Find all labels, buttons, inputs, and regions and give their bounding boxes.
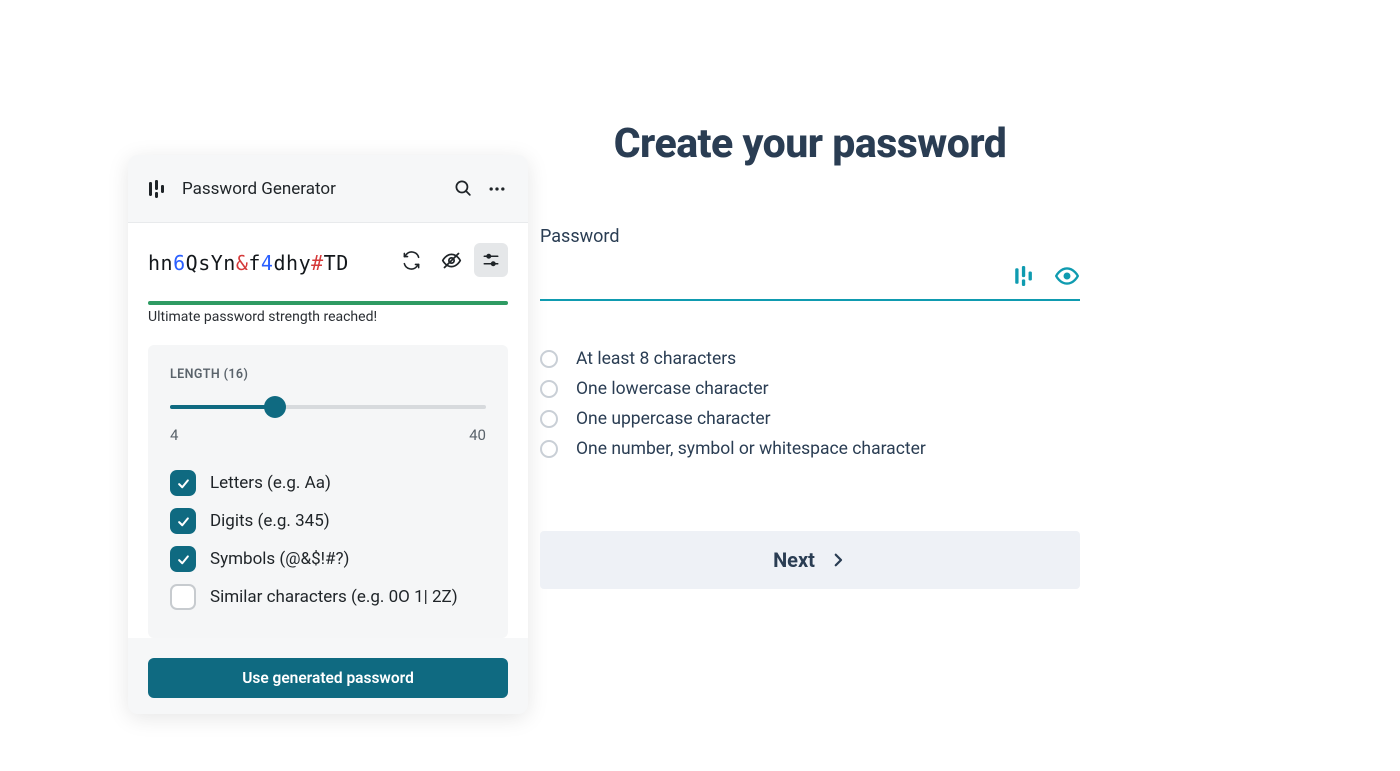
page-title: Create your password xyxy=(540,120,1080,168)
generator-header: Password Generator xyxy=(128,155,528,223)
option-checkbox[interactable] xyxy=(170,470,196,496)
more-icon[interactable] xyxy=(480,172,514,206)
requirement-item: At least 8 characters xyxy=(540,349,1080,369)
generator-settings: LENGTH (16) 4 40 Letters (e.g. Aa) Digits… xyxy=(148,345,508,638)
option-label: Similar characters (e.g. 0O 1| 2Z) xyxy=(210,584,458,609)
next-button[interactable]: Next xyxy=(540,531,1080,589)
requirement-item: One lowercase character xyxy=(540,379,1080,399)
create-password-section: Create your password Password At least 8… xyxy=(540,120,1080,589)
option-row: Digits (e.g. 345) xyxy=(170,508,486,534)
password-requirements: At least 8 characters One lowercase chara… xyxy=(540,349,1080,459)
option-row: Similar characters (e.g. 0O 1| 2Z) xyxy=(170,584,486,610)
generator-body: hn6QsYn&f4dhy#TD xyxy=(128,223,528,638)
option-row: Symbols (@&$!#?) xyxy=(170,546,486,572)
generator-title: Password Generator xyxy=(182,179,446,199)
length-label: LENGTH (16) xyxy=(170,367,486,382)
dashlane-logo-icon xyxy=(146,179,166,199)
regenerate-icon[interactable] xyxy=(394,243,428,277)
password-generator-panel: Password Generator hn6QsYn&f4dhy#TD xyxy=(128,155,528,714)
strength-bar xyxy=(148,301,508,305)
option-label: Letters (e.g. Aa) xyxy=(210,470,331,495)
requirement-text: One number, symbol or whitespace charact… xyxy=(576,439,926,459)
option-label: Digits (e.g. 345) xyxy=(210,508,330,533)
option-checkbox[interactable] xyxy=(170,508,196,534)
requirement-status-icon xyxy=(540,350,558,368)
password-input[interactable] xyxy=(540,253,992,299)
requirement-status-icon xyxy=(540,380,558,398)
requirement-item: One number, symbol or whitespace charact… xyxy=(540,439,1080,459)
settings-sliders-icon[interactable] xyxy=(474,243,508,277)
show-password-icon[interactable] xyxy=(1054,263,1080,289)
requirement-text: At least 8 characters xyxy=(576,349,736,369)
requirement-text: One lowercase character xyxy=(576,379,769,399)
password-input-wrap xyxy=(540,253,1080,301)
length-slider[interactable] xyxy=(170,396,486,418)
search-icon[interactable] xyxy=(446,172,480,206)
hide-password-icon[interactable] xyxy=(434,243,468,277)
use-generated-password-button[interactable]: Use generated password xyxy=(148,658,508,698)
option-label: Symbols (@&$!#?) xyxy=(210,546,349,571)
requirement-item: One uppercase character xyxy=(540,409,1080,429)
length-min: 4 xyxy=(170,426,178,444)
length-max: 40 xyxy=(469,426,486,444)
option-row: Letters (e.g. Aa) xyxy=(170,470,486,496)
requirement-text: One uppercase character xyxy=(576,409,771,429)
option-checkbox[interactable] xyxy=(170,584,196,610)
password-field-label: Password xyxy=(540,226,1080,247)
next-button-label: Next xyxy=(773,548,815,572)
strength-label: Ultimate password strength reached! xyxy=(148,309,508,325)
requirement-status-icon xyxy=(540,410,558,428)
requirement-status-icon xyxy=(540,440,558,458)
generated-password: hn6QsYn&f4dhy#TD xyxy=(148,243,388,283)
chevron-right-icon xyxy=(829,551,847,569)
autofill-logo-icon[interactable] xyxy=(1014,266,1032,286)
option-checkbox[interactable] xyxy=(170,546,196,572)
